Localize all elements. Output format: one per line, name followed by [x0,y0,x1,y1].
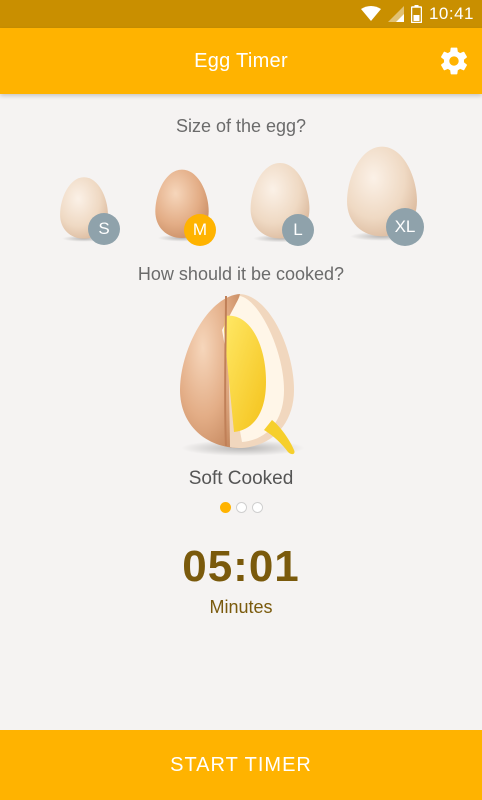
cook-page-indicator [0,502,482,513]
status-bar: 10:41 [0,0,482,28]
start-timer-button[interactable]: START TIMER [0,730,482,800]
size-badge-l: L [282,214,314,246]
timer-unit: Minutes [209,597,273,617]
gear-icon [441,47,467,75]
wifi-icon [360,6,381,21]
size-badge-s: S [88,213,120,245]
status-time: 10:41 [428,4,474,23]
status-icons: 10:41 [360,4,474,24]
page-dot-2[interactable] [235,502,247,513]
size-badge-m: M [184,214,216,246]
app-bar: Egg Timer [0,28,482,94]
page-dot-1[interactable] [219,502,231,513]
cook-level-label: Soft Cooked [188,468,294,489]
page-dot-3[interactable] [251,502,263,513]
app-title: Egg Timer [194,50,288,72]
battery-icon [410,5,422,23]
cooked-egg-image[interactable] [168,290,318,460]
egg-size-xl[interactable]: XL [344,144,424,246]
soft-cooked-egg-illustration [180,294,305,456]
timer-value: 05:01 [182,542,300,591]
egg-size-l[interactable]: L [248,161,314,246]
egg-size-m[interactable]: M [153,168,216,246]
size-prompt: Size of the egg? [175,116,307,136]
size-badge-xl: XL [386,208,424,246]
egg-size-s[interactable]: S [58,176,120,245]
cook-prompt: How should it be cooked? [137,264,345,284]
settings-button[interactable] [438,45,470,77]
signal-icon [387,6,404,22]
